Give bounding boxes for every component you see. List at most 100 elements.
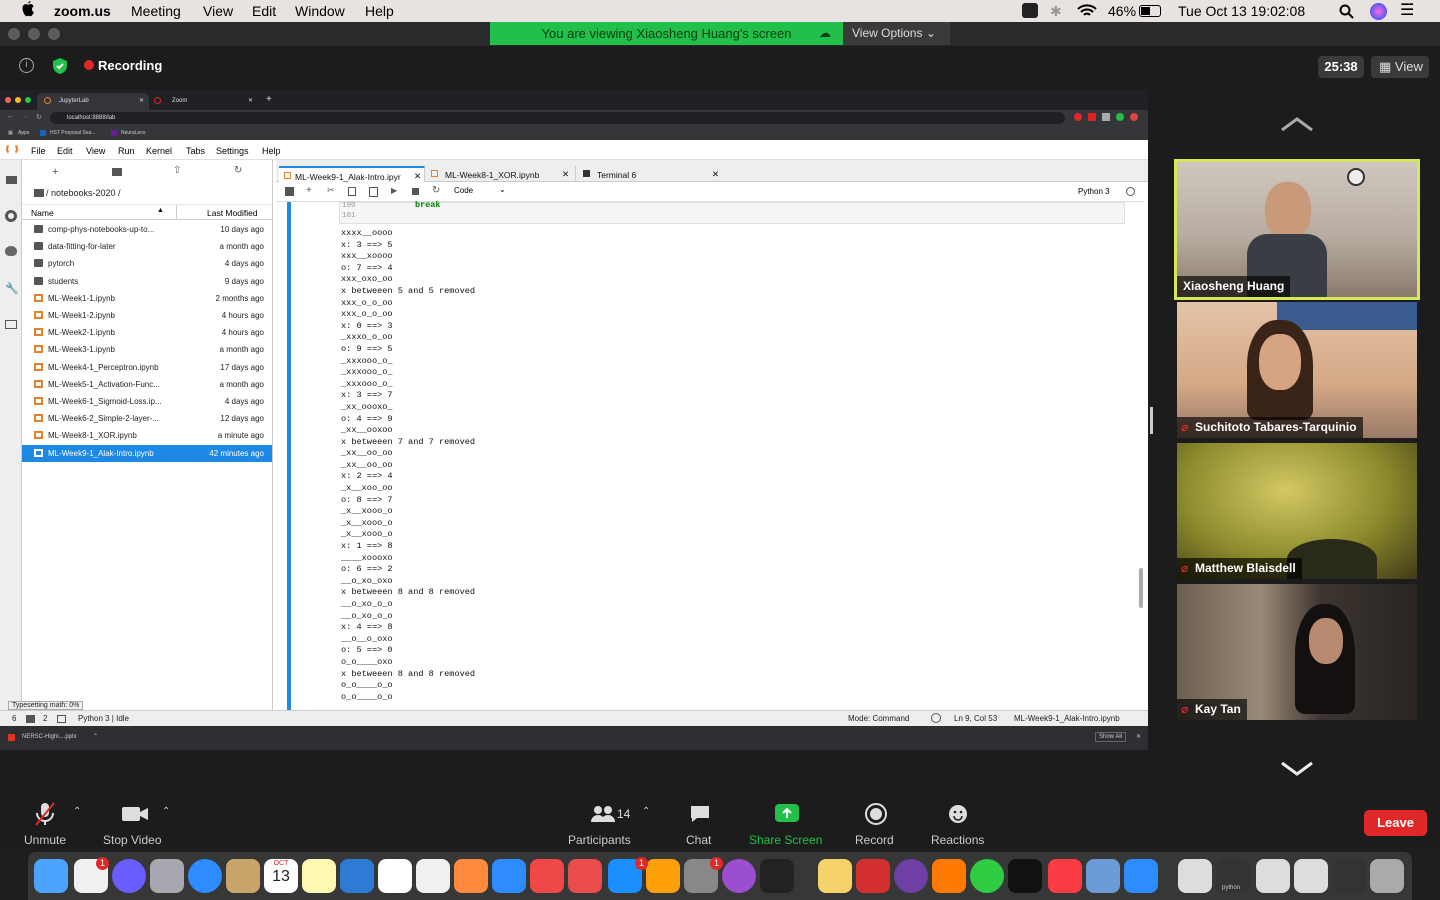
wrench-icon[interactable]: 🔧 (5, 282, 19, 295)
bookmark-apps[interactable]: Apps (18, 130, 29, 136)
menu-view[interactable]: View (203, 3, 233, 19)
folder-row[interactable]: comp-phys-notebooks-up-to... 10 days ago (22, 221, 272, 238)
chat-bubble-icon[interactable] (689, 804, 711, 824)
news-icon[interactable] (530, 859, 564, 893)
app-menu-zoom[interactable]: zoom.us (54, 3, 111, 19)
bookmark-neuralens[interactable]: NeuraLens (121, 130, 145, 136)
notes-folder-icon[interactable] (226, 859, 260, 893)
copy-icon[interactable] (348, 187, 356, 196)
recording-label[interactable]: Recording (98, 58, 162, 73)
address-bar[interactable]: localhost:8888/lab (50, 112, 1065, 124)
share-screen-button[interactable]: Share Screen (749, 833, 822, 847)
restart-icon[interactable]: ↻ (432, 185, 440, 196)
acrobat-icon[interactable] (856, 859, 890, 893)
extension-icon[interactable] (1074, 113, 1082, 121)
reactions-button[interactable]: Reactions (931, 833, 984, 847)
safari-icon[interactable] (188, 859, 222, 893)
window-thumb-icon[interactable] (1294, 859, 1328, 893)
browser-tab-zoom[interactable]: Zoom ✕ (150, 93, 260, 110)
folder-row[interactable]: pytorch 4 days ago (22, 255, 272, 272)
breadcrumb[interactable]: / notebooks-2020 / (46, 188, 121, 198)
record-icon[interactable] (865, 803, 887, 825)
view-options-button[interactable]: View Options ⌄ (843, 22, 950, 45)
notebook-row[interactable]: ML-Week9-1_Alak-Intro.ipynb 42 minutes ag… (22, 444, 272, 462)
profile-avatar[interactable] (1130, 113, 1138, 121)
messages-icon[interactable] (492, 859, 526, 893)
audio-options-chevron-icon[interactable]: ⌃ (73, 806, 81, 817)
stop-icon[interactable] (412, 188, 419, 195)
tab-close-icon[interactable]: ✕ (712, 169, 719, 180)
rocket-icon[interactable] (150, 859, 184, 893)
tab-close-icon[interactable]: ✕ (139, 97, 144, 104)
menu-window[interactable]: Window (295, 3, 345, 19)
menu-edit[interactable]: Edit (252, 3, 276, 19)
notebook-row[interactable]: ML-Week6-2_Simple-2-layer-... 12 days ago (22, 410, 272, 427)
column-name[interactable]: Name (31, 208, 54, 218)
participants-button[interactable]: Participants (568, 833, 631, 847)
share-screen-icon[interactable] (775, 804, 799, 822)
insert-cell-icon[interactable]: + (306, 185, 312, 196)
participant-tile-xiaosheng[interactable]: Xiaosheng Huang (1174, 159, 1420, 300)
spotlight-search-icon[interactable] (1339, 4, 1354, 19)
tab-close-icon[interactable]: ✕ (562, 169, 569, 180)
menubar-clock[interactable]: Tue Oct 13 19:02:08 (1178, 3, 1305, 19)
tab-notebook-week9[interactable]: ML-Week9-1_Alak-Intro.ipyr ✕ (279, 166, 425, 182)
apple-icon[interactable] (20, 1, 36, 19)
window-zoom-button[interactable] (48, 28, 60, 40)
palette-icon[interactable] (5, 246, 17, 256)
photos-icon[interactable] (454, 859, 488, 893)
mode-indicator[interactable]: Mode: Command (848, 714, 909, 723)
notebook-row[interactable]: ML-Week6-1_Sigmoid-Loss.ip... 4 days ago (22, 393, 272, 410)
window-minimize-button[interactable] (28, 28, 40, 40)
music-icon[interactable] (1048, 859, 1082, 893)
unmute-button[interactable]: Unmute (24, 833, 66, 847)
control-center-icon[interactable]: ☰ (1400, 0, 1414, 20)
jmenu-edit[interactable]: Edit (57, 146, 73, 156)
chat-button[interactable]: Chat (686, 833, 711, 847)
tabs-icon[interactable] (5, 320, 17, 329)
jmenu-file[interactable]: File (31, 146, 46, 156)
scroll-up-chevron-icon[interactable] (1280, 116, 1314, 132)
notebook-row[interactable]: ML-Week2-1.ipynb 4 hours ago (22, 324, 272, 341)
jmenu-view[interactable]: View (86, 146, 105, 156)
notebook-row[interactable]: ML-Week4-1_Perceptron.ipynb 17 days ago (22, 359, 272, 376)
kernel-state[interactable]: Python 3 | Idle (78, 714, 129, 723)
jmenu-help[interactable]: Help (262, 146, 281, 156)
podcasts-icon[interactable] (722, 859, 756, 893)
reload-icon[interactable]: ↻ (36, 113, 42, 121)
tab-close-icon[interactable]: ✕ (414, 171, 421, 182)
jmenu-tabs[interactable]: Tabs (186, 146, 205, 156)
menu-help[interactable]: Help (365, 3, 394, 19)
bug-icon[interactable] (931, 713, 941, 723)
browser-min-dot[interactable] (15, 97, 21, 103)
code-input[interactable]: 100 101 break (339, 200, 1125, 224)
battery-icon[interactable] (1139, 5, 1161, 17)
paste-icon[interactable] (369, 187, 378, 197)
folder-row[interactable]: data-fitting-for-later a month ago (22, 238, 272, 255)
jmenu-settings[interactable]: Settings (216, 146, 249, 156)
video-camera-icon[interactable] (121, 805, 149, 823)
back-arrow-icon[interactable]: ← (7, 113, 14, 120)
notebook-row[interactable]: ML-Week1-1.ipynb 2 months ago (22, 290, 272, 307)
download-bar-close-icon[interactable]: ✕ (1136, 733, 1141, 740)
muted-microphone-icon[interactable] (33, 801, 57, 827)
siri-icon[interactable] (112, 859, 146, 893)
maps-icon[interactable] (416, 859, 450, 893)
run-icon[interactable]: ▶ (391, 186, 397, 195)
video-options-chevron-icon[interactable]: ⌃ (162, 806, 170, 817)
books-icon[interactable] (646, 859, 680, 893)
file-browser-icon[interactable] (6, 176, 17, 184)
column-last-modified[interactable]: Last Modified (207, 208, 258, 218)
chevron-up-icon[interactable]: ⌃ (93, 733, 98, 740)
view-layout-button[interactable]: ▦ View (1371, 56, 1429, 78)
meeting-info-icon[interactable]: i (19, 58, 34, 73)
folder-row[interactable]: students 9 days ago (22, 273, 272, 290)
scrollbar-thumb[interactable] (1139, 568, 1143, 608)
new-folder-icon[interactable] (112, 168, 122, 176)
notebook-row[interactable]: ML-Week8-1_XOR.ipynb a minute ago (22, 427, 272, 444)
circle-app-icon[interactable] (970, 859, 1004, 893)
bookmark-hst[interactable]: HST Proposal Sea... (50, 130, 96, 136)
window-thumb-icon[interactable] (1332, 859, 1366, 893)
terminal-count[interactable]: 6 (12, 714, 16, 723)
participant-tile-kay[interactable]: ⌀ Kay Tan (1177, 584, 1417, 720)
